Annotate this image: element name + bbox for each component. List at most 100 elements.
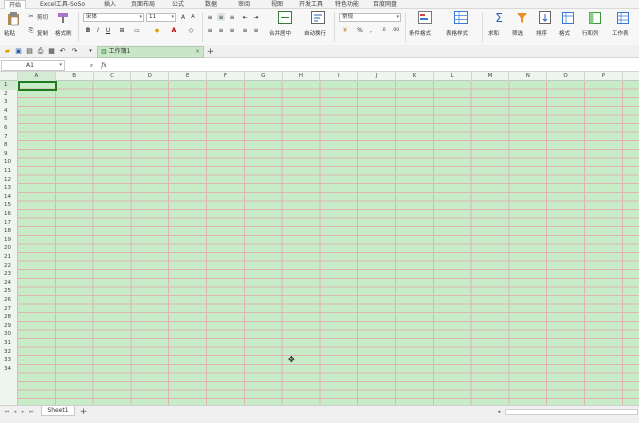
tab-formulas[interactable]: 公式 — [172, 0, 184, 9]
underline-button[interactable]: U — [104, 26, 112, 35]
formula-input[interactable] — [116, 60, 638, 71]
conditional-format-label[interactable]: 条件格式 — [409, 29, 431, 37]
row-header[interactable]: 24 — [0, 279, 18, 288]
horizontal-scrollbar[interactable] — [505, 409, 638, 415]
column-header[interactable]: C — [94, 72, 132, 81]
cell-area[interactable] — [18, 81, 639, 405]
row-header[interactable]: 23 — [0, 270, 18, 279]
row-header[interactable]: 14 — [0, 193, 18, 202]
row-col-icon[interactable] — [588, 11, 602, 24]
clear-format-icon[interactable]: ◇ — [185, 26, 197, 35]
tab-developer[interactable]: 开发工具 — [299, 0, 323, 9]
row-header[interactable]: 22 — [0, 262, 18, 271]
align-left-icon[interactable]: ≡ — [206, 26, 214, 34]
add-sheet-button[interactable]: + — [79, 407, 88, 417]
format-icon[interactable] — [561, 11, 575, 24]
column-header[interactable]: M — [472, 72, 510, 81]
table-style-label[interactable]: 表格样式 — [446, 29, 468, 37]
sum-label[interactable]: 求和 — [488, 29, 499, 37]
cut-label[interactable]: 剪切 — [37, 13, 48, 21]
name-box[interactable]: A1 ▾ — [1, 60, 65, 71]
font-name-select[interactable]: 宋体 ▾ — [83, 13, 144, 22]
scroll-left-icon[interactable]: ◂ — [495, 408, 503, 416]
row-header[interactable]: 1 — [0, 81, 18, 90]
row-header[interactable]: 18 — [0, 227, 18, 236]
font-size-select[interactable]: 11 ▾ — [146, 13, 176, 22]
wrap-text-icon[interactable] — [311, 11, 325, 24]
row-header[interactable]: 15 — [0, 201, 18, 210]
row-header[interactable]: 6 — [0, 124, 18, 133]
distributed-icon[interactable]: ≡ — [252, 26, 260, 34]
font-color-icon[interactable]: A — [168, 26, 180, 35]
print-preview-icon[interactable]: ▦ — [47, 47, 56, 56]
tab-home[interactable]: 开始 — [4, 0, 27, 9]
close-icon[interactable]: × — [195, 47, 200, 57]
row-header[interactable]: 30 — [0, 330, 18, 339]
align-center-icon[interactable]: ≡ — [217, 26, 225, 34]
row-header[interactable]: 5 — [0, 115, 18, 124]
tab-view[interactable]: 视图 — [271, 0, 283, 9]
column-header[interactable]: L — [434, 72, 472, 81]
thousands-button[interactable]: , — [367, 26, 375, 35]
sort-icon[interactable] — [538, 11, 552, 24]
indent-increase-icon[interactable]: ⇥ — [252, 13, 260, 21]
row-header[interactable]: 34 — [0, 365, 18, 374]
selected-cell[interactable] — [18, 81, 57, 91]
wrap-text-label[interactable]: 自动换行 — [304, 29, 326, 37]
row-header[interactable]: 28 — [0, 313, 18, 322]
column-header[interactable]: F — [207, 72, 245, 81]
bold-button[interactable]: B — [84, 26, 92, 35]
percent-button[interactable]: % — [356, 26, 364, 35]
column-header[interactable]: K — [396, 72, 434, 81]
increase-font-icon[interactable]: A — [179, 13, 187, 21]
row-header[interactable]: 9 — [0, 150, 18, 159]
row-header[interactable]: 16 — [0, 210, 18, 219]
row-header[interactable]: 25 — [0, 287, 18, 296]
column-header[interactable]: D — [131, 72, 170, 81]
number-format-select[interactable]: 常规 ▾ — [339, 13, 401, 22]
decrease-decimal-icon[interactable]: .00 — [391, 26, 400, 35]
format-label[interactable]: 格式 — [559, 29, 570, 37]
paste-label[interactable]: 粘贴 — [4, 29, 15, 37]
row-header[interactable]: 4 — [0, 107, 18, 116]
row-col-label[interactable]: 行和列 — [582, 29, 599, 37]
select-all-corner[interactable] — [0, 72, 18, 81]
column-header[interactable]: I — [320, 72, 359, 81]
tab-baidu-pan[interactable]: 百度网盘 — [373, 0, 397, 9]
column-header[interactable]: J — [358, 72, 396, 81]
merge-style-icon[interactable]: ▭ — [131, 26, 143, 35]
format-painter-icon[interactable] — [57, 12, 69, 24]
next-sheet-icon[interactable]: ▸ — [19, 408, 27, 416]
column-header[interactable]: E — [169, 72, 207, 81]
column-header[interactable]: H — [283, 72, 321, 81]
increase-decimal-icon[interactable]: .0 — [379, 26, 388, 35]
conditional-format-icon[interactable] — [418, 11, 432, 24]
borders-icon[interactable]: ⊞ — [116, 26, 128, 35]
last-sheet-icon[interactable]: ⏭ — [27, 408, 35, 416]
align-middle-icon[interactable]: ≡ — [217, 13, 225, 21]
row-header[interactable]: 17 — [0, 219, 18, 228]
paste-icon[interactable] — [6, 12, 20, 26]
filter-icon[interactable] — [515, 11, 529, 24]
currency-icon[interactable]: ¥ — [340, 26, 350, 35]
cut-icon[interactable]: ✂ — [27, 12, 35, 20]
tab-data[interactable]: 数据 — [205, 0, 217, 9]
column-header[interactable]: B — [56, 72, 94, 81]
format-painter-label[interactable]: 格式刷 — [55, 29, 72, 37]
redo-icon[interactable]: ↷ — [70, 47, 79, 56]
sheet-tab[interactable]: Sheet1 — [41, 406, 75, 416]
new-tab-icon[interactable]: + — [206, 47, 215, 57]
row-header[interactable]: 11 — [0, 167, 18, 176]
row-header[interactable]: 19 — [0, 236, 18, 245]
row-header[interactable]: 32 — [0, 348, 18, 357]
row-header[interactable]: 2 — [0, 90, 18, 99]
tab-page-layout[interactable]: 页面布局 — [131, 0, 155, 9]
undo-icon[interactable]: ↶ — [58, 47, 67, 56]
column-header[interactable]: G — [245, 72, 283, 81]
column-header[interactable]: A — [18, 72, 56, 81]
prev-sheet-icon[interactable]: ◂ — [11, 408, 19, 416]
row-header[interactable]: 7 — [0, 133, 18, 142]
column-header[interactable]: O — [547, 72, 585, 81]
merge-center-icon[interactable] — [278, 11, 292, 24]
justify-icon[interactable]: ≡ — [241, 26, 249, 34]
